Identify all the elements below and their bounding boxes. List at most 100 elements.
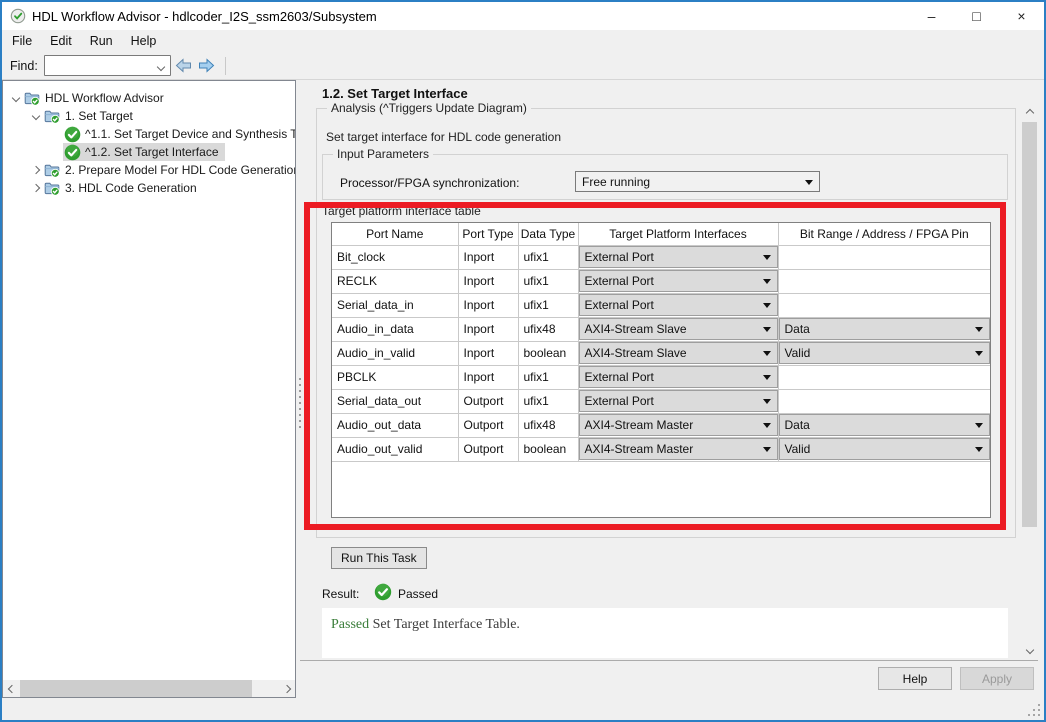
menu-item-help[interactable]: Help xyxy=(122,32,166,51)
app-window: HDL Workflow Advisor - hdlcoder_I2S_ssm2… xyxy=(0,0,1046,722)
help-button[interactable]: Help xyxy=(878,667,952,690)
bit-range-cell: Data xyxy=(778,413,990,438)
target-interface-cell: AXI4-Stream Master xyxy=(578,413,779,438)
data-type-cell: ufix48 xyxy=(518,413,579,438)
port-name-cell: Audio_out_valid xyxy=(332,437,459,462)
tree-item[interactable]: 2. Prepare Model For HDL Code Generation xyxy=(3,161,295,179)
dropdown-arrow-icon xyxy=(975,327,983,332)
cell-dropdown[interactable]: Data xyxy=(778,414,990,436)
find-previous-button[interactable] xyxy=(174,57,194,75)
panel-splitter-handle[interactable] xyxy=(297,378,303,428)
folder-check-icon xyxy=(23,90,41,106)
check-circle-icon xyxy=(63,126,81,143)
cell-dropdown[interactable]: Valid xyxy=(778,342,990,364)
tree-item[interactable]: 1. Set Target xyxy=(3,107,295,125)
scroll-left-icon[interactable] xyxy=(3,680,20,697)
target-interface-cell: External Port xyxy=(578,293,779,318)
scroll-right-icon[interactable] xyxy=(278,680,295,697)
workflow-tree: HDL Workflow Advisor 1. Set Target ^1.1. S… xyxy=(3,89,295,197)
bit-range-cell: Valid xyxy=(778,341,990,366)
menu-item-edit[interactable]: Edit xyxy=(41,32,81,51)
find-next-button[interactable] xyxy=(197,57,217,75)
cell-dropdown[interactable]: AXI4-Stream Master xyxy=(578,438,777,460)
table-row: Serial_data_in Inport ufix1 External Port xyxy=(332,293,990,318)
dropdown-arrow-icon xyxy=(762,327,771,332)
find-toolbar: Find: xyxy=(2,52,1044,80)
target-interface-cell: AXI4-Stream Slave xyxy=(578,317,779,342)
dropdown-arrow-icon xyxy=(762,303,771,308)
cell-dropdown[interactable]: Valid xyxy=(778,438,990,460)
sync-dropdown[interactable]: Free running xyxy=(575,171,820,192)
apply-button[interactable]: Apply xyxy=(960,667,1034,690)
port-name-cell: Audio_in_data xyxy=(332,317,459,342)
cell-dropdown[interactable]: AXI4-Stream Master xyxy=(578,414,777,436)
bit-range-cell xyxy=(778,365,990,390)
data-type-cell: boolean xyxy=(518,437,579,462)
scroll-up-icon[interactable] xyxy=(1021,105,1038,121)
maximize-button[interactable]: □ xyxy=(954,2,999,30)
cell-dropdown[interactable]: External Port xyxy=(578,270,777,292)
scroll-down-icon[interactable] xyxy=(1021,642,1038,658)
column-header: Data Type xyxy=(518,223,579,246)
run-this-task-button[interactable]: Run This Task xyxy=(331,547,427,569)
result-value: Passed xyxy=(398,587,439,601)
target-interface-cell: External Port xyxy=(578,245,779,270)
resize-grip[interactable] xyxy=(1028,704,1040,716)
cell-dropdown[interactable]: AXI4-Stream Slave xyxy=(578,342,777,364)
data-type-cell: ufix48 xyxy=(518,317,579,342)
port-type-cell: Outport xyxy=(458,389,519,414)
chevron-right-icon[interactable] xyxy=(29,183,43,193)
passed-check-icon xyxy=(374,583,392,601)
bit-range-cell xyxy=(778,293,990,318)
chevron-down-icon[interactable] xyxy=(29,111,43,121)
port-type-cell: Inport xyxy=(458,293,519,318)
menu-item-file[interactable]: File xyxy=(3,32,41,51)
tree-item[interactable]: ^1.2. Set Target Interface xyxy=(3,143,295,161)
check-circle-icon xyxy=(63,144,81,161)
cell-dropdown[interactable]: External Port xyxy=(578,390,777,412)
message-text: Set Target Interface Table. xyxy=(372,617,520,632)
menu-item-run[interactable]: Run xyxy=(81,32,122,51)
close-button[interactable]: × xyxy=(999,2,1044,30)
tree-item-label: 3. HDL Code Generation xyxy=(65,181,197,195)
tree-item[interactable]: ^1.1. Set Target Device and Synthesis To… xyxy=(3,125,295,143)
tree-item-label: 1. Set Target xyxy=(65,109,133,123)
interface-table-label: Target platform interface table xyxy=(322,204,481,218)
dropdown-arrow-icon xyxy=(975,447,983,452)
cell-dropdown[interactable]: External Port xyxy=(578,366,777,388)
find-input[interactable] xyxy=(47,57,150,74)
find-combobox[interactable] xyxy=(43,55,171,76)
port-type-cell: Inport xyxy=(458,245,519,270)
tree-item-label: HDL Workflow Advisor xyxy=(45,91,164,105)
port-name-cell: PBCLK xyxy=(332,365,459,390)
port-type-cell: Inport xyxy=(458,341,519,366)
tree-item[interactable]: HDL Workflow Advisor xyxy=(3,89,295,107)
scrollbar-thumb[interactable] xyxy=(20,680,252,697)
menu-bar: File Edit Run Help xyxy=(2,30,1044,52)
chevron-right-icon[interactable] xyxy=(29,165,43,175)
column-header: Target Platform Interfaces xyxy=(578,223,779,246)
cell-dropdown[interactable]: External Port xyxy=(578,294,777,316)
target-interface-cell: AXI4-Stream Master xyxy=(578,437,779,462)
interface-table-container: Port Name Port Type Data Type Target Platfo… xyxy=(331,222,991,518)
toolbar-separator xyxy=(224,56,226,75)
port-type-cell: Inport xyxy=(458,317,519,342)
chevron-down-icon[interactable] xyxy=(156,57,166,75)
minimize-button[interactable]: – xyxy=(909,2,954,30)
chevron-down-icon[interactable] xyxy=(9,93,23,103)
scrollbar-thumb[interactable] xyxy=(1022,122,1037,527)
port-type-cell: Outport xyxy=(458,413,519,438)
window-frame: HDL Workflow Advisor - hdlcoder_I2S_ssm2… xyxy=(2,2,1044,720)
main-vertical-scrollbar[interactable] xyxy=(1021,105,1038,658)
cell-dropdown[interactable]: External Port xyxy=(578,246,777,268)
cell-dropdown[interactable]: AXI4-Stream Slave xyxy=(578,318,777,340)
tree-horizontal-scrollbar[interactable] xyxy=(3,680,295,697)
dropdown-arrow-icon xyxy=(805,179,813,185)
task-description: Set target interface for HDL code genera… xyxy=(326,130,562,144)
table-row: RECLK Inport ufix1 External Port xyxy=(332,269,990,294)
tree-item[interactable]: 3. HDL Code Generation xyxy=(3,179,295,197)
cell-dropdown[interactable]: Data xyxy=(778,318,990,340)
column-header: Port Name xyxy=(332,223,459,246)
table-row: Audio_out_valid Outport boolean AXI4-Stream… xyxy=(332,437,990,462)
table-row: Audio_in_valid Inport boolean AXI4-Stream S… xyxy=(332,341,990,366)
